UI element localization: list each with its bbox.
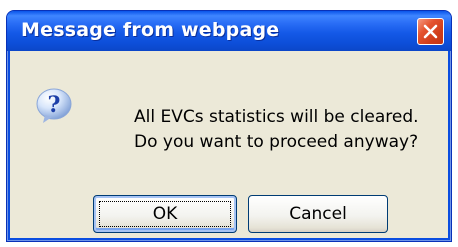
dialog-body: ? All EVCs statistics will be cleared. D… (10, 51, 448, 238)
ok-button[interactable]: OK (93, 195, 237, 233)
dialog-message: All EVCs statistics will be cleared. Do … (134, 105, 419, 155)
close-button[interactable] (417, 18, 444, 45)
message-dialog: Message from webpage ? All EVCs statisti… (6, 10, 452, 242)
message-line-1: All EVCs statistics will be cleared. (134, 107, 419, 127)
cancel-button[interactable]: Cancel (248, 195, 388, 233)
question-icon: ? (36, 88, 72, 123)
svg-text:?: ? (48, 92, 61, 118)
close-icon (423, 24, 438, 39)
dialog-title: Message from webpage (21, 19, 280, 41)
message-line-2: Do you want to proceed anyway? (134, 132, 419, 152)
cancel-button-label: Cancel (289, 204, 347, 224)
ok-button-label: OK (152, 204, 178, 224)
dialog-titlebar[interactable]: Message from webpage (7, 11, 451, 51)
